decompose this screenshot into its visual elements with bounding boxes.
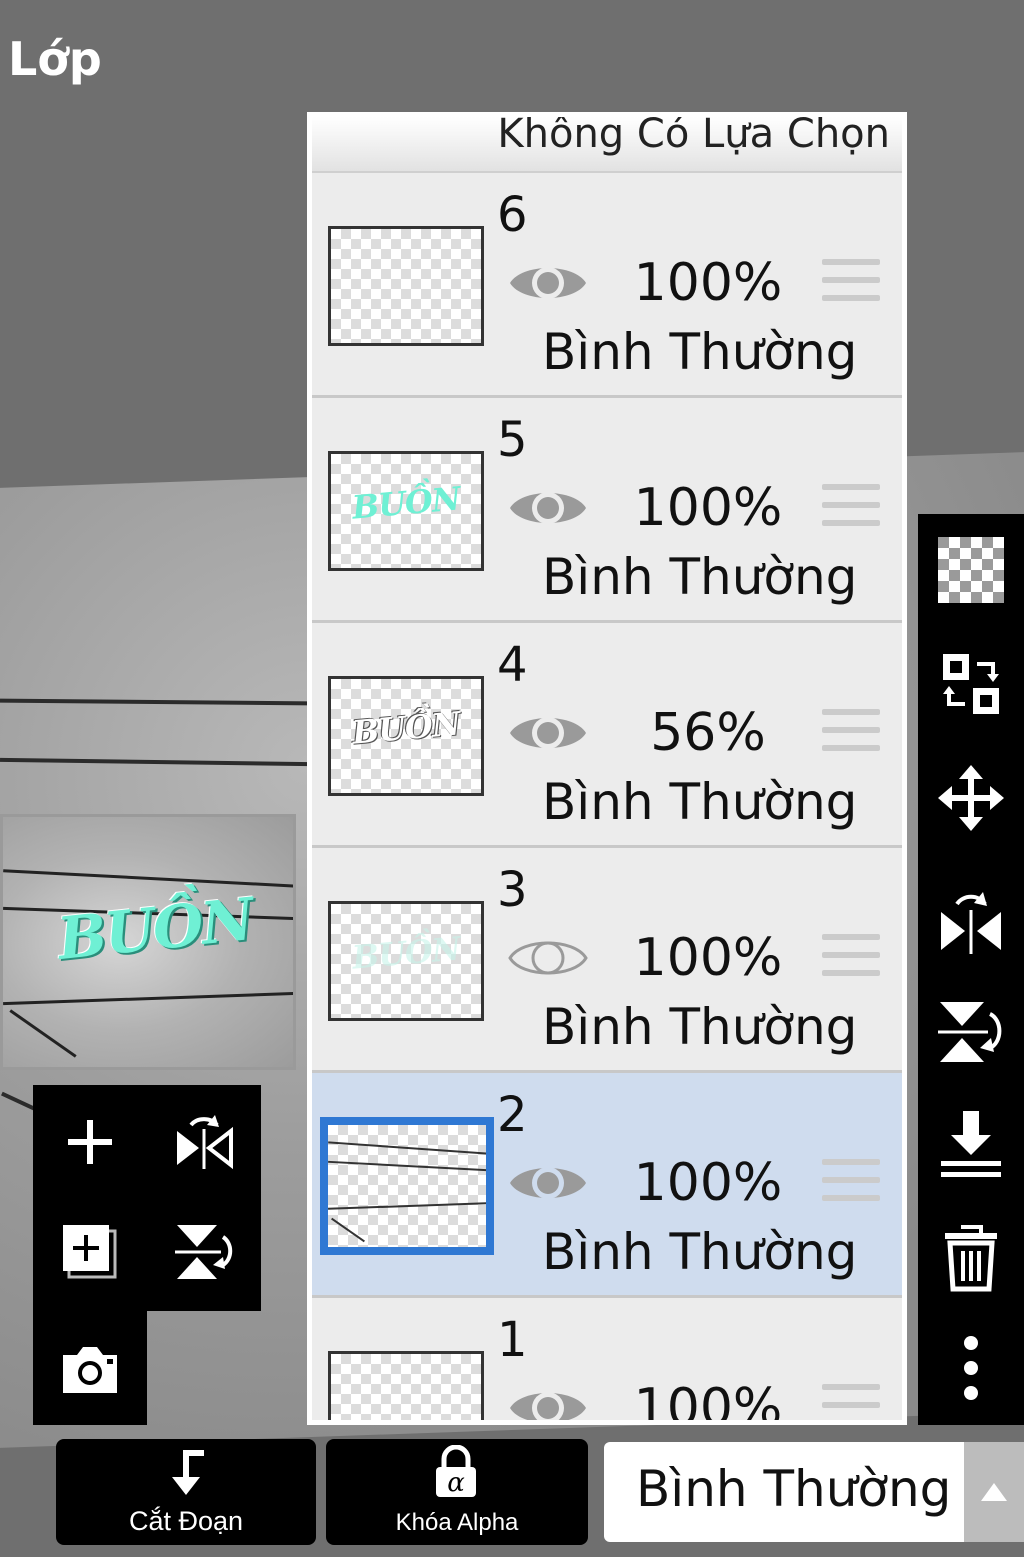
flip-horizontal-icon[interactable] — [931, 878, 1011, 958]
layer-opacity[interactable]: 100% — [608, 1378, 808, 1420]
layer-list[interactable]: Không Có Lựa Chọn 6 100% Bình Thường 5 B… — [307, 112, 907, 1425]
swap-layers-icon[interactable] — [931, 644, 1011, 724]
eye-icon[interactable] — [508, 1155, 588, 1211]
layer-row-4[interactable]: 4 BUỒN 56% Bình Thường — [312, 623, 902, 848]
blend-mode-select[interactable]: Bình Thường — [604, 1442, 964, 1542]
layer-number: 3 — [497, 862, 528, 918]
layer-thumbnail[interactable]: BUỒN — [328, 676, 484, 796]
blend-mode-dropdown-toggle[interactable] — [964, 1442, 1024, 1542]
camera-icon[interactable] — [45, 1325, 135, 1415]
flip-vertical-icon[interactable] — [159, 1207, 249, 1297]
drag-handle-icon[interactable] — [822, 1159, 880, 1207]
drag-handle-icon[interactable] — [822, 1384, 880, 1420]
thumbnail-artwork-text: BUỒN — [350, 704, 462, 752]
eye-hidden-icon[interactable] — [508, 930, 588, 986]
page-title: Lớp — [8, 32, 102, 86]
flip-vertical-icon[interactable] — [931, 992, 1011, 1072]
layer-blend-mode[interactable]: Bình Thường — [542, 323, 857, 381]
layer-tools-panel — [33, 1085, 261, 1425]
plus-icon[interactable] — [45, 1097, 135, 1187]
layer-blend-mode[interactable]: Bình Thường — [542, 998, 857, 1056]
layer-row-6[interactable]: 6 100% Bình Thường — [312, 173, 902, 398]
preview-stroke — [9, 1009, 77, 1058]
layer-opacity[interactable]: 100% — [608, 1153, 808, 1213]
drag-handle-icon[interactable] — [822, 709, 880, 757]
clip-arrow-icon — [172, 1450, 204, 1495]
layer-opacity[interactable]: 100% — [608, 928, 808, 988]
alpha-lock-button[interactable]: α Khóa Alpha — [326, 1439, 588, 1545]
eye-icon[interactable] — [508, 480, 588, 536]
flip-horizontal-icon[interactable] — [159, 1097, 249, 1187]
thumbnail-artwork-text: BUỒN — [350, 479, 462, 527]
drag-handle-icon[interactable] — [822, 259, 880, 307]
thumbnail-artwork-text: BUỒN — [350, 929, 462, 977]
layer-number: 2 — [497, 1087, 528, 1143]
add-layer-icon[interactable] — [45, 1207, 135, 1297]
layer-opacity[interactable]: 56% — [608, 703, 808, 763]
blend-mode-value: Bình Thường — [636, 1460, 952, 1518]
layer-thumbnail[interactable] — [328, 226, 484, 346]
move-icon[interactable] — [931, 758, 1011, 838]
layer-row-3[interactable]: 3 BUỒN 100% Bình Thường — [312, 848, 902, 1073]
layer-blend-mode[interactable]: Bình Thường — [542, 548, 857, 606]
drag-handle-icon[interactable] — [822, 934, 880, 982]
eye-icon[interactable] — [508, 255, 588, 311]
layer-thumbnail[interactable]: BUỒN — [328, 451, 484, 571]
layer-blend-mode[interactable]: Bình Thường — [542, 773, 857, 831]
layer-thumbnail[interactable] — [320, 1117, 494, 1255]
layer-thumbnail[interactable] — [328, 1351, 484, 1420]
clipping-button[interactable]: Cắt Đoạn — [56, 1439, 316, 1545]
svg-text:α: α — [447, 1468, 465, 1498]
layer-opacity[interactable]: 100% — [608, 478, 808, 538]
clipping-label: Cắt Đoạn — [128, 1506, 244, 1536]
layer-thumbnail[interactable]: BUỒN — [328, 901, 484, 1021]
more-vertical-icon[interactable] — [931, 1328, 1011, 1408]
layer-number: 4 — [497, 637, 528, 693]
transparency-checker-icon[interactable] — [931, 530, 1011, 610]
layer-blend-mode[interactable]: Bình Thường — [542, 1223, 857, 1281]
preview-stroke — [3, 991, 293, 1006]
trash-icon[interactable] — [931, 1218, 1011, 1298]
selection-status[interactable]: Không Có Lựa Chọn — [312, 117, 902, 173]
layer-actions-toolbar — [918, 514, 1024, 1425]
layer-row-5[interactable]: 5 BUỒN 100% Bình Thường — [312, 398, 902, 623]
eye-icon[interactable] — [508, 705, 588, 761]
merge-down-icon[interactable] — [931, 1104, 1011, 1184]
drag-handle-icon[interactable] — [822, 484, 880, 532]
triangle-up-icon — [981, 1483, 1007, 1501]
layer-row-2[interactable]: 2 100% Bình Thường — [312, 1073, 902, 1298]
eye-icon[interactable] — [508, 1380, 588, 1425]
layer-number: 1 — [497, 1312, 528, 1368]
layer-number: 5 — [497, 412, 528, 468]
layer-number: 6 — [497, 187, 528, 243]
selection-status-label: Không Có Lựa Chọn — [497, 112, 890, 157]
layer-opacity[interactable]: 100% — [608, 253, 808, 313]
layer-row-1[interactable]: 1 100% — [312, 1298, 902, 1425]
alpha-lock-label: Khóa Alpha — [395, 1509, 519, 1536]
alpha-lock-icon: α — [436, 1445, 476, 1498]
